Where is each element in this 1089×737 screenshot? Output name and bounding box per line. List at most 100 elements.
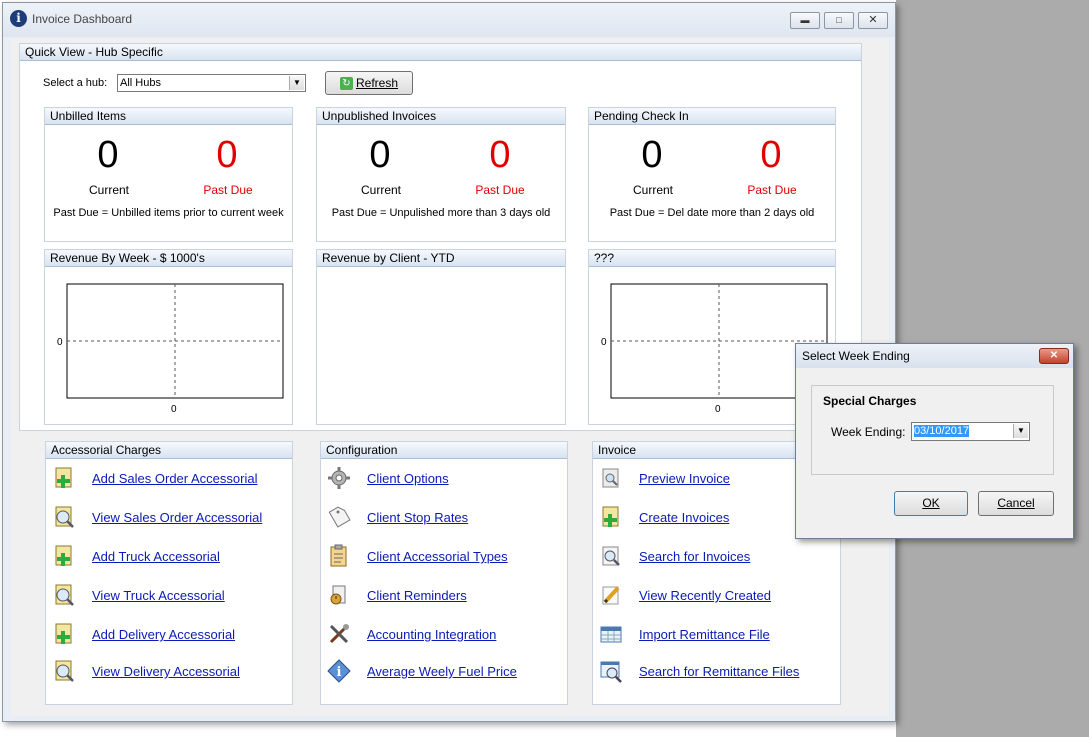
current-label: Current xyxy=(632,183,673,197)
week-ending-value: 03/10/2017 xyxy=(914,425,970,437)
select-week-dialog: Select Week Ending ✕ Special Charges Wee… xyxy=(795,343,1074,539)
accessorial-item-link[interactable]: View Delivery Accessorial xyxy=(92,664,240,679)
add-document-icon[interactable] xyxy=(52,622,76,649)
hub-label: Select a hub: xyxy=(43,77,108,89)
svg-text:i: i xyxy=(337,665,342,680)
add-document-icon[interactable] xyxy=(52,544,76,571)
past-due-count: 0 xyxy=(760,134,782,176)
invoice-item-link[interactable]: Preview Invoice xyxy=(639,471,730,486)
info-icon: i xyxy=(10,10,27,27)
accessorial-item-link[interactable]: Add Delivery Accessorial xyxy=(92,627,235,642)
accessorial-header: Accessorial Charges xyxy=(46,442,292,459)
current-count: 0 xyxy=(97,134,119,176)
view-document-icon[interactable] xyxy=(52,659,76,686)
configuration-item-link[interactable]: Average Weely Fuel Price xyxy=(367,664,517,679)
chevron-down-icon[interactable]: ▼ xyxy=(289,76,304,90)
accessorial-item-link[interactable]: View Sales Order Accessorial xyxy=(92,510,262,525)
hub-select-value: All Hubs xyxy=(120,77,161,89)
gear-icon[interactable] xyxy=(327,466,351,493)
view-document-icon[interactable] xyxy=(52,583,76,610)
reminder-icon[interactable] xyxy=(327,583,351,610)
x-tick-label: 0 xyxy=(171,404,177,415)
tools-icon[interactable] xyxy=(327,622,351,649)
current-count: 0 xyxy=(641,134,663,176)
configuration-panel: Configuration Client Options Client Stop … xyxy=(320,441,568,705)
dialog-title-bar[interactable]: Select Week Ending ✕ xyxy=(796,344,1073,368)
week-ending-label: Week Ending: xyxy=(831,425,906,439)
chart-title: ??? xyxy=(589,250,835,267)
stat-note: Past Due = Unbilled items prior to curre… xyxy=(53,207,284,219)
search-document-icon[interactable] xyxy=(599,544,623,571)
add-document-icon[interactable] xyxy=(52,466,76,493)
refresh-button[interactable]: ↻ Refresh xyxy=(325,71,413,95)
configuration-header: Configuration xyxy=(321,442,567,459)
y-tick-label: 0 xyxy=(601,337,607,348)
close-icon[interactable]: ✕ xyxy=(1039,348,1069,364)
minimize-button[interactable]: ▬ xyxy=(790,12,820,29)
week-ending-select[interactable]: 03/10/2017 ▼ xyxy=(911,422,1030,441)
dialog-title: Select Week Ending xyxy=(802,349,910,363)
accessorial-item-link[interactable]: View Truck Accessorial xyxy=(92,588,225,603)
accessorial-item-link[interactable]: Add Truck Accessorial xyxy=(92,549,220,564)
past-due-label: Past Due xyxy=(747,183,797,197)
stat-title: Unbilled Items xyxy=(45,108,292,125)
refresh-label: Refresh xyxy=(355,76,399,90)
spreadsheet-icon[interactable] xyxy=(599,622,623,649)
past-due-count: 0 xyxy=(216,134,238,176)
current-count: 0 xyxy=(369,134,391,176)
chart-box-revenue-client: Revenue by Client - YTD xyxy=(316,249,566,425)
view-document-icon[interactable] xyxy=(52,505,76,532)
current-label: Current xyxy=(360,183,401,197)
tag-icon[interactable] xyxy=(327,505,351,532)
close-button[interactable]: ✕ xyxy=(858,12,888,29)
quick-view-header: Quick View - Hub Specific xyxy=(20,44,861,61)
invoice-item-link[interactable]: Import Remittance File xyxy=(639,627,770,642)
stat-box-unbilled: Unbilled Items 0 0 Current Past Due Past… xyxy=(44,107,293,242)
configuration-item-link[interactable]: Client Reminders xyxy=(367,588,467,603)
configuration-item-link[interactable]: Client Accessorial Types xyxy=(367,549,508,564)
accessorial-panel: Accessorial Charges Add Sales Order Acce… xyxy=(45,441,293,705)
cancel-label: Cancel xyxy=(997,496,1035,510)
invoice-dashboard-window: i Invoice Dashboard ▬ □ ✕ Quick View - H… xyxy=(2,2,896,722)
window-title: Invoice Dashboard xyxy=(32,12,133,26)
configuration-item-link[interactable]: Client Stop Rates xyxy=(367,510,468,525)
stat-note: Past Due = Del date more than 2 days old xyxy=(609,207,815,219)
ok-button[interactable]: OK xyxy=(894,491,968,516)
x-tick-label: 0 xyxy=(715,404,721,415)
client-area: Quick View - Hub Specific Select a hub: … xyxy=(11,39,889,716)
past-due-count: 0 xyxy=(489,134,511,176)
quick-view-panel: Quick View - Hub Specific Select a hub: … xyxy=(19,43,862,431)
add-document-icon[interactable] xyxy=(599,505,623,532)
special-charges-group: Special Charges Week Ending: 03/10/2017 … xyxy=(811,385,1054,475)
past-due-label: Past Due xyxy=(475,183,525,197)
info-icon[interactable]: i xyxy=(327,659,351,686)
chart-title: Revenue By Week - $ 1000's xyxy=(45,250,292,267)
preview-icon[interactable] xyxy=(599,466,623,493)
configuration-item-link[interactable]: Accounting Integration xyxy=(367,627,496,642)
pencil-icon[interactable] xyxy=(599,583,623,610)
accessorial-item-link[interactable]: Add Sales Order Accessorial xyxy=(92,471,257,486)
stat-box-unpublished: Unpublished Invoices 0 0 Current Past Du… xyxy=(316,107,566,242)
group-title: Special Charges xyxy=(823,394,917,408)
invoice-item-link[interactable]: Search for Remittance Files xyxy=(639,664,799,679)
stat-box-pending: Pending Check In 0 0 Current Past Due Pa… xyxy=(588,107,836,242)
configuration-item-link[interactable]: Client Options xyxy=(367,471,449,486)
hub-select[interactable]: All Hubs ▼ xyxy=(117,74,306,92)
stat-title: Unpublished Invoices xyxy=(317,108,565,125)
past-due-label: Past Due xyxy=(203,183,253,197)
stat-note: Past Due = Unpulished more than 3 days o… xyxy=(331,207,551,219)
refresh-icon: ↻ xyxy=(339,77,353,91)
stat-title: Pending Check In xyxy=(589,108,835,125)
clipboard-icon[interactable] xyxy=(327,544,351,571)
invoice-item-link[interactable]: View Recently Created xyxy=(639,588,771,603)
cancel-button[interactable]: Cancel xyxy=(978,491,1054,516)
title-bar[interactable]: i Invoice Dashboard ▬ □ ✕ xyxy=(3,3,895,37)
invoice-item-link[interactable]: Create Invoices xyxy=(639,510,729,525)
chart-title: Revenue by Client - YTD xyxy=(317,250,565,267)
invoice-item-link[interactable]: Search for Invoices xyxy=(639,549,750,564)
search-spreadsheet-icon[interactable] xyxy=(599,659,623,686)
chevron-down-icon[interactable]: ▼ xyxy=(1013,424,1028,438)
y-tick-label: 0 xyxy=(57,337,63,348)
maximize-button[interactable]: □ xyxy=(824,12,854,29)
ok-label: OK xyxy=(922,496,940,510)
